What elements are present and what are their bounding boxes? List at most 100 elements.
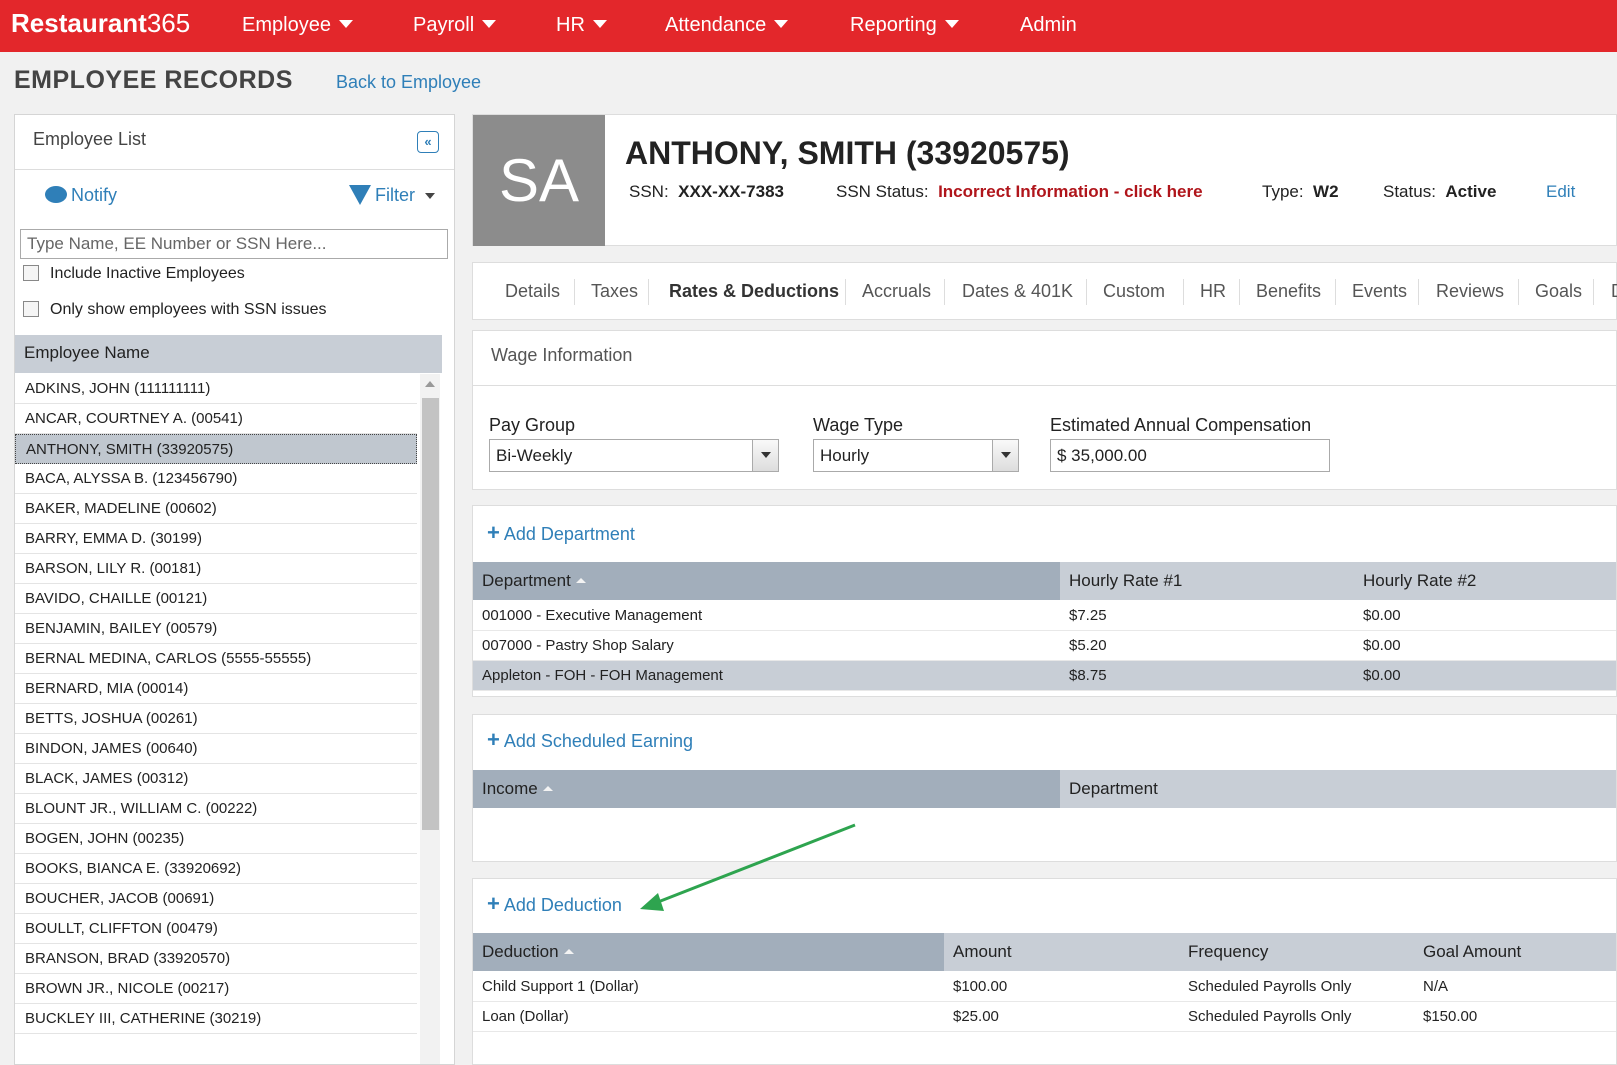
tab-separator [1593,279,1594,305]
employee-search-input[interactable] [20,229,448,259]
employee-list-item[interactable]: BROWN JR., NICOLE (00217) [15,974,417,1004]
employee-list-item[interactable]: ANCAR, COURTNEY A. (00541) [15,404,417,434]
employee-name-header[interactable]: Employee Name [15,335,442,373]
deduction-cell: Loan (Dollar) [482,1008,569,1025]
nav-payroll-label: Payroll [413,14,475,36]
hourly-rate-1-column-header[interactable]: Hourly Rate #1 [1060,562,1182,600]
department-column-header[interactable]: Department [473,562,1060,600]
tab-rates-deductions[interactable]: Rates & Deductions [669,281,839,302]
department-cell: $0.00 [1363,667,1401,684]
nav-employee[interactable]: Employee [242,14,353,37]
deduction-column-header[interactable]: Deduction [473,933,944,971]
department-cell: $7.25 [1069,607,1107,624]
tab-separator [1418,279,1419,305]
employee-list-item[interactable]: BACA, ALYSSA B. (123456790) [15,464,417,494]
deductions-card: + Add Deduction Deduction Amount Frequenc… [472,878,1617,1065]
department-row[interactable]: 007000 - Pastry Shop Salary $5.20 $0.00 [473,631,1616,661]
nav-attendance[interactable]: Attendance [665,14,789,37]
include-inactive-option[interactable]: Include Inactive Employees [23,265,245,283]
notify-button[interactable]: Notify [45,185,117,206]
scrollbar-thumb[interactable] [422,398,439,830]
tab-accruals[interactable]: Accruals [862,281,931,302]
scroll-up-arrow-icon[interactable] [425,381,435,387]
employee-list-item[interactable]: ADKINS, JOHN (111111111) [15,374,417,404]
earnings-department-column-header[interactable]: Department [1060,770,1158,808]
ssn-issues-checkbox[interactable] [23,301,39,317]
notify-label: Notify [71,185,118,205]
double-chevron-left-icon[interactable]: « [417,131,439,153]
employee-list-item[interactable]: BOULLT, CLIFFTON (00479) [15,914,417,944]
goal-amount-column-header[interactable]: Goal Amount [1414,933,1521,971]
tab-details[interactable]: Details [505,281,560,302]
employee-list-item[interactable]: BERNAL MEDINA, CARLOS (5555-55555) [15,644,417,674]
brand-logo[interactable]: Restaurant365 [11,8,190,39]
tab-goals[interactable]: Goals [1535,281,1582,302]
employee-list-item[interactable]: BENJAMIN, BAILEY (00579) [15,614,417,644]
type-info: Type: W2 [1262,182,1339,202]
tab-benefits[interactable]: Benefits [1256,281,1321,302]
department-row[interactable]: 001000 - Executive Management $7.25 $0.00 [473,601,1616,631]
employee-list-item[interactable]: BARRY, EMMA D. (30199) [15,524,417,554]
hourly-rate-2-column-header[interactable]: Hourly Rate #2 [1354,562,1476,600]
pay-group-select[interactable]: Bi-Weekly [489,439,779,472]
caret-down-icon [592,20,607,28]
wage-information-title: Wage Information [491,345,633,365]
employee-list-item[interactable]: BLOUNT JR., WILLIAM C. (00222) [15,794,417,824]
filter-button[interactable]: Filter [349,185,435,206]
employee-list-item[interactable]: ANTHONY, SMITH (33920575) [15,434,417,464]
include-inactive-checkbox[interactable] [23,265,39,281]
add-scheduled-earning-button[interactable]: + Add Scheduled Earning [487,727,693,753]
nav-payroll[interactable]: Payroll [413,14,497,37]
deduction-cell: Scheduled Payrolls Only [1188,1008,1352,1025]
tab-overflow[interactable]: D [1611,281,1617,302]
ssn-status-link[interactable]: Incorrect Information - click here [938,182,1203,201]
chevron-down-icon[interactable] [752,440,778,471]
deduction-row[interactable]: Child Support 1 (Dollar) $100.00 Scheduled… [473,972,1616,1002]
include-inactive-label: Include Inactive Employees [50,265,245,282]
record-tabs: Details Taxes Rates & Deductions Accrual… [472,262,1617,320]
scrollbar[interactable] [420,374,440,1064]
income-column-header[interactable]: Income [473,770,1060,808]
deduction-cell: Scheduled Payrolls Only [1188,978,1352,995]
tab-custom[interactable]: Custom [1103,281,1165,302]
ssn-issues-option[interactable]: Only show employees with SSN issues [23,301,327,319]
frequency-column-header[interactable]: Frequency [1179,933,1268,971]
employee-list-item[interactable]: BOGEN, JOHN (00235) [15,824,417,854]
employee-list-item[interactable]: BUCKLEY III, CATHERINE (30219) [15,1004,417,1034]
back-to-employee-link[interactable]: Back to Employee [336,72,481,93]
amount-column-header[interactable]: Amount [944,933,1012,971]
add-department-button[interactable]: + Add Department [487,520,635,546]
employee-list-item[interactable]: BERNARD, MIA (00014) [15,674,417,704]
tab-separator [1183,279,1184,305]
compensation-input[interactable]: $ 35,000.00 [1050,439,1330,472]
nav-hr[interactable]: HR [556,14,607,37]
tab-dates-401k[interactable]: Dates & 401K [962,281,1073,302]
employee-list-item[interactable]: BINDON, JAMES (00640) [15,734,417,764]
employee-list-item[interactable]: BETTS, JOSHUA (00261) [15,704,417,734]
employee-list-item[interactable]: BLACK, JAMES (00312) [15,764,417,794]
tab-separator [1086,279,1087,305]
tab-taxes[interactable]: Taxes [591,281,638,302]
tab-separator [1518,279,1519,305]
employee-list-item[interactable]: BRANSON, BRAD (33920570) [15,944,417,974]
sort-ascending-icon [575,578,586,583]
employee-list-item[interactable]: BARSON, LILY R. (00181) [15,554,417,584]
tab-hr[interactable]: HR [1200,281,1226,302]
deduction-row[interactable]: Loan (Dollar) $25.00 Scheduled Payrolls On… [473,1002,1616,1032]
employee-list-item[interactable]: BOUCHER, JACOB (00691) [15,884,417,914]
chevron-down-icon[interactable] [992,440,1018,471]
nav-admin[interactable]: Admin [1020,14,1077,37]
edit-link[interactable]: Edit [1546,182,1575,202]
add-deduction-button[interactable]: + Add Deduction [487,891,622,917]
caret-down-icon [482,20,497,28]
department-row[interactable]: Appleton - FOH - FOH Management $8.75 $0.0… [473,661,1616,691]
employee-list-item[interactable]: BAKER, MADELINE (00602) [15,494,417,524]
tab-events[interactable]: Events [1352,281,1407,302]
employee-list-item[interactable]: BOOKS, BIANCA E. (33920692) [15,854,417,884]
tab-separator [944,279,945,305]
employee-list-item[interactable]: BAVIDO, CHAILLE (00121) [15,584,417,614]
ssn-status-info: SSN Status: Incorrect Information - clic… [836,182,1203,202]
tab-reviews[interactable]: Reviews [1436,281,1504,302]
wage-type-select[interactable]: Hourly [813,439,1019,472]
nav-reporting[interactable]: Reporting [850,14,959,37]
